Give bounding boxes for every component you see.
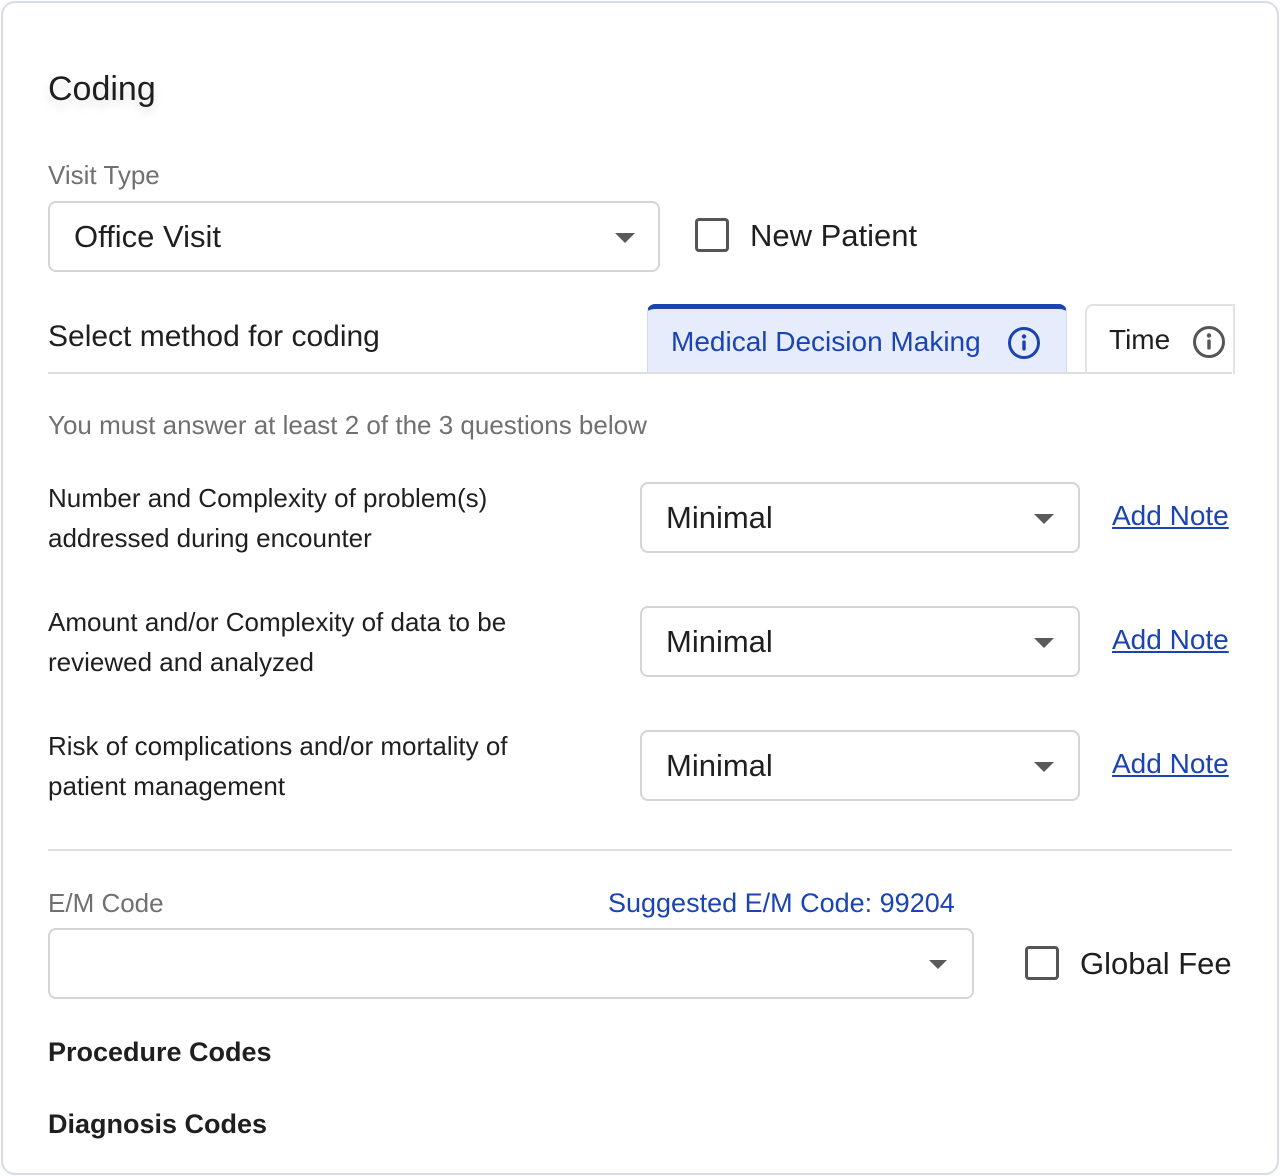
question-line: Number and Complexity of problem(s) (48, 483, 488, 513)
info-icon[interactable] (1192, 325, 1226, 359)
question-line: reviewed and analyzed (48, 647, 314, 677)
tab-time-label: Time (1109, 324, 1171, 355)
diagnosis-codes-heading[interactable]: Diagnosis Codes (48, 1109, 267, 1140)
add-note-link[interactable]: Add Note (1112, 624, 1229, 656)
question-line: patient management (48, 771, 286, 801)
procedure-codes-heading[interactable]: Procedure Codes (48, 1037, 272, 1068)
tab-medical-decision-making[interactable]: Medical Decision Making (647, 304, 1067, 374)
coding-method-label: Select method for coding (48, 320, 380, 353)
visit-type-label: Visit Type (48, 160, 160, 190)
question-line: Amount and/or Complexity of data to be (48, 607, 507, 637)
tab-time[interactable]: Time (1085, 304, 1235, 374)
data-select[interactable]: Minimal (640, 606, 1080, 677)
question-risk: Risk of complications and/or mortality o… (48, 726, 588, 806)
question-data: Amount and/or Complexity of data to be r… (48, 602, 588, 682)
chevron-down-icon (1034, 514, 1054, 524)
chevron-down-icon (1034, 762, 1054, 772)
tabs-divider (48, 372, 1232, 374)
add-note-link[interactable]: Add Note (1112, 500, 1229, 532)
chevron-down-icon (1034, 638, 1054, 648)
instructions-text: You must answer at least 2 of the 3 ques… (48, 410, 647, 440)
chevron-down-icon (929, 960, 947, 969)
visit-type-value: Office Visit (74, 218, 222, 254)
tab-mdm-label: Medical Decision Making (671, 325, 981, 357)
add-note-link[interactable]: Add Note (1112, 748, 1229, 780)
visit-type-select[interactable]: Office Visit (48, 201, 660, 272)
global-fee-label: Global Fee (1080, 946, 1232, 981)
data-value: Minimal (666, 623, 773, 659)
problems-value: Minimal (666, 499, 773, 535)
section-divider (48, 849, 1232, 851)
risk-select[interactable]: Minimal (640, 730, 1080, 801)
question-line: Risk of complications and/or mortality o… (48, 731, 508, 761)
em-code-label: E/M Code (48, 888, 164, 918)
new-patient-label: New Patient (750, 218, 918, 253)
problems-select[interactable]: Minimal (640, 482, 1080, 553)
em-code-select[interactable] (48, 928, 974, 999)
suggested-em-code: Suggested E/M Code: 99204 (608, 888, 955, 918)
risk-value: Minimal (666, 747, 773, 783)
question-line: addressed during encounter (48, 523, 372, 553)
question-problems: Number and Complexity of problem(s) addr… (48, 478, 588, 558)
global-fee-checkbox[interactable] (1025, 946, 1059, 980)
chevron-down-icon (615, 233, 635, 243)
panel-title: Coding (48, 70, 156, 108)
new-patient-checkbox[interactable] (695, 218, 729, 252)
info-icon[interactable] (1007, 326, 1041, 360)
